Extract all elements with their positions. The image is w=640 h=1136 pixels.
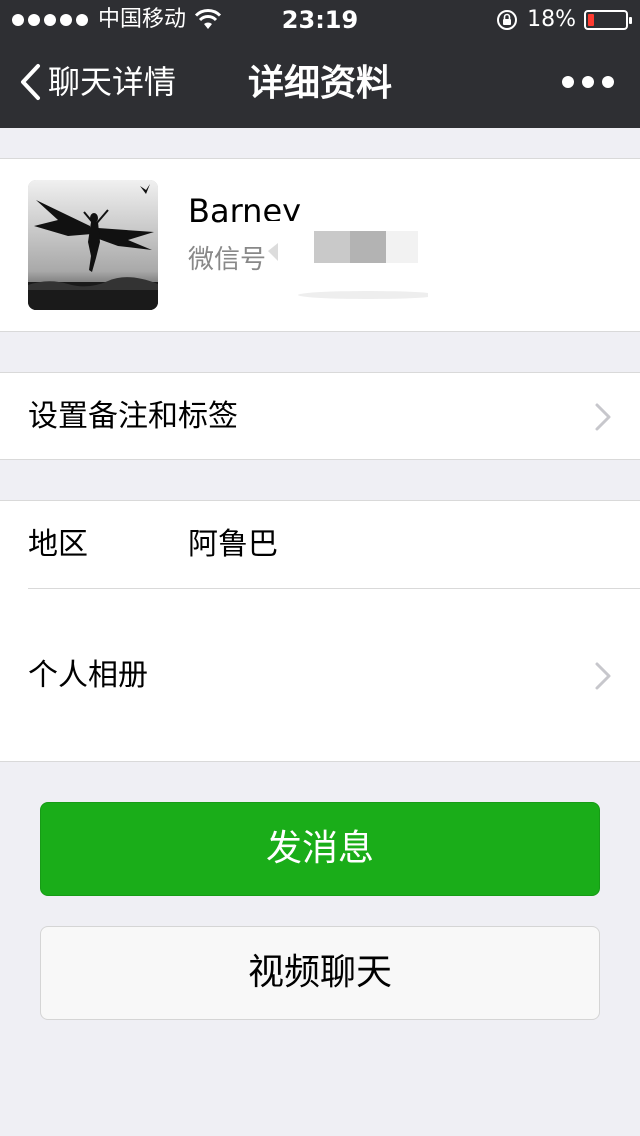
- video-call-button[interactable]: 视频聊天: [40, 926, 600, 1020]
- battery-level: [588, 14, 594, 26]
- chevron-right-icon: [595, 662, 611, 690]
- wechat-id-label: 微信号: [188, 245, 267, 275]
- profile-card: Barney 微信号: [0, 158, 640, 332]
- page-title: 详细资料: [247, 63, 392, 104]
- region-value: 阿鲁巴: [188, 527, 278, 562]
- chevron-right-icon: [595, 403, 611, 431]
- personal-album-row[interactable]: 个人相册: [0, 589, 640, 763]
- battery-percent: 18%: [527, 7, 576, 32]
- battery-icon: [584, 10, 632, 30]
- status-right: 18%: [495, 6, 632, 34]
- status-bar: 中国移动 23:19 18%: [0, 0, 640, 40]
- navigation-bar: 聊天详情 详细资料: [0, 40, 640, 128]
- top-bar: 中国移动 23:19 18% 聊天详情 详细资料: [0, 0, 640, 128]
- more-dots-icon[interactable]: [562, 76, 614, 88]
- avatar-image: [28, 180, 158, 310]
- send-message-button[interactable]: 发消息: [40, 802, 600, 896]
- remark-and-tags-row[interactable]: 设置备注和标签: [0, 372, 640, 460]
- redacted-wechat-id: [268, 221, 428, 299]
- avatar[interactable]: [28, 180, 158, 310]
- personal-album-label: 个人相册: [28, 658, 148, 693]
- remark-and-tags-label: 设置备注和标签: [28, 399, 238, 434]
- info-section: 地区 阿鲁巴 个人相册: [0, 500, 640, 762]
- rotation-lock-icon: [497, 10, 518, 30]
- region-label: 地区: [28, 527, 88, 562]
